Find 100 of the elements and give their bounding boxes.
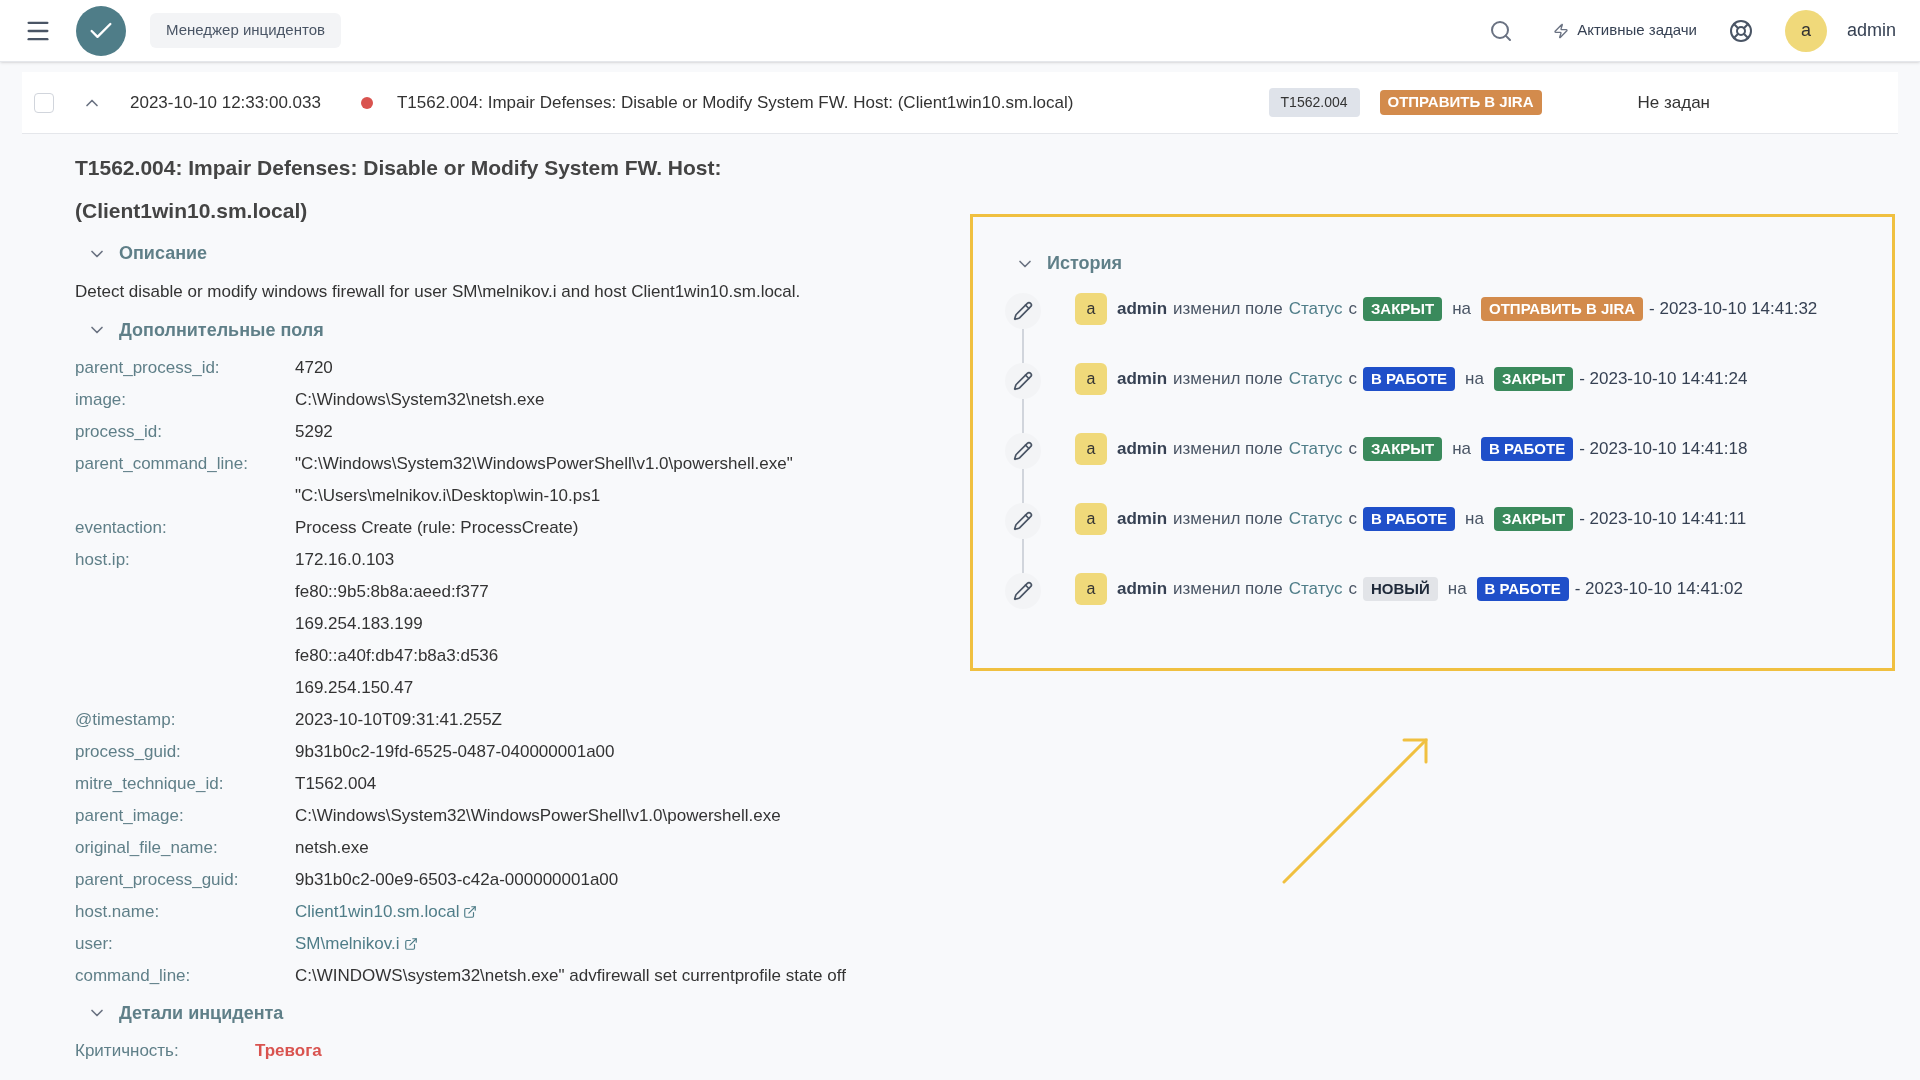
section-heading[interactable]: Детали инцидента: [119, 999, 284, 1027]
incident-time: 2023-10-10 12:33:00.033: [130, 91, 321, 114]
external-link-icon[interactable]: [463, 904, 478, 919]
history-avatar: a: [1075, 503, 1107, 535]
history-avatar: a: [1075, 573, 1107, 605]
section-heading[interactable]: История: [1047, 250, 1123, 277]
status-tag: ЗАКРЫТ: [1362, 296, 1443, 322]
pencil-icon: [1005, 573, 1041, 609]
history-word: на: [1465, 368, 1484, 391]
section-heading[interactable]: Дополнительные поля: [119, 316, 324, 344]
external-link-icon[interactable]: [403, 936, 418, 951]
history-user: admin: [1117, 578, 1168, 601]
field-value: 5292: [295, 420, 333, 443]
field-label: parent_process_guid:: [75, 868, 240, 891]
field-value: T1562.004: [295, 772, 377, 795]
pencil-icon: [1005, 433, 1041, 469]
field-label: host.name:: [75, 900, 161, 923]
history-avatar: a: [1075, 293, 1107, 325]
field-value: fe80::a40f:db47:b8a3:d536: [295, 644, 499, 667]
history-time: - 2023-10-10 14:41:02: [1574, 578, 1743, 601]
history-avatar: a: [1075, 363, 1107, 395]
history-field-link[interactable]: Статус: [1288, 506, 1343, 532]
history-field-link[interactable]: Статус: [1288, 576, 1343, 602]
checkmark-logo-icon[interactable]: [76, 5, 126, 56]
status-tag: ЗАКРЫТ: [1493, 506, 1574, 532]
field-value: 172.16.0.103: [295, 548, 395, 571]
field-label: eventaction:: [75, 516, 168, 539]
incident-title: T1562.004: Impair Defenses: Disable or Modify System FW. Host: (Client1win10.sm.local): [396, 91, 1074, 114]
history-user: admin: [1117, 298, 1168, 321]
field-label: parent_image:: [75, 804, 185, 827]
history-field-link[interactable]: Статус: [1288, 436, 1343, 462]
history-word: на: [1465, 508, 1484, 531]
lightning-icon: [1553, 22, 1570, 39]
search-icon[interactable]: [1489, 18, 1514, 43]
history-time: - 2023-10-10 14:41:32: [1649, 298, 1818, 321]
field-value: 169.254.150.47: [295, 676, 414, 699]
field-label: host.ip:: [75, 548, 131, 571]
field-label: process_guid:: [75, 740, 182, 763]
help-icon[interactable]: [1728, 18, 1753, 43]
history-word: на: [1452, 298, 1472, 321]
technique-tag: T1562.004: [1268, 88, 1360, 117]
field-label: command_line:: [75, 964, 192, 987]
field-value: "C:\Users\melnikov.i\Desktop\win-10.ps1: [295, 484, 601, 507]
history-word: с: [1348, 438, 1357, 461]
status-tag: В РАБОТЕ: [1476, 576, 1569, 602]
field-value: 9b31b0c2-19fd-6525-0487-040000001a00: [295, 740, 615, 763]
field-label: original_file_name:: [75, 836, 219, 859]
status-tag: ОТПРАВИТЬ В JIRA: [1481, 296, 1644, 322]
assignee: Не задан: [1637, 91, 1710, 114]
field-label: @timestamp:: [75, 708, 177, 731]
field-value: netsh.exe: [295, 836, 369, 859]
row-checkbox[interactable]: [34, 92, 54, 113]
field-link[interactable]: SM\melnikov.i: [295, 927, 400, 960]
section-heading[interactable]: Описание: [119, 240, 208, 267]
field-value: fe80::9b5:8b8a:aeed:f377: [295, 580, 489, 603]
status-tag: В РАБОТЕ: [1481, 436, 1574, 462]
field-value: Process Create (rule: ProcessCreate): [295, 516, 579, 539]
history-time: - 2023-10-10 14:41:24: [1579, 368, 1748, 391]
history-field-link[interactable]: Статус: [1288, 296, 1343, 322]
history-action: изменил поле: [1173, 578, 1283, 601]
user-avatar[interactable]: a: [1784, 9, 1827, 52]
field-value: 169.254.183.199: [295, 612, 423, 635]
status-tag: НОВЫЙ: [1362, 576, 1438, 602]
field-value: 2023-10-10T09:31:41.255Z: [295, 708, 502, 731]
user-name[interactable]: admin: [1846, 17, 1896, 44]
history-action: изменил поле: [1173, 298, 1283, 321]
field-label: user:: [75, 932, 114, 955]
field-value: C:\Windows\System32\netsh.exe: [295, 388, 545, 411]
history-user: admin: [1117, 368, 1168, 391]
history-action: изменил поле: [1173, 508, 1283, 531]
description-text: Detect disable or modify windows firewall for user SM\melnikov.i and host Client1win10.sm.local.: [75, 281, 802, 303]
field-label: image:: [75, 388, 128, 411]
history-word: с: [1348, 508, 1357, 531]
field-label: process_id:: [75, 420, 163, 443]
history-user: admin: [1117, 508, 1168, 531]
incident-row[interactable]: 2023-10-10 12:33:00.033 T1562.004: Impair Defenses: Disable or Modify System FW. Host: (Client1win10.sm.local) T1562.004 ОТПРАВИТЬ В JIRA Не задан: [22, 72, 1898, 134]
status-tag: ЗАКРЫТ: [1493, 366, 1574, 392]
history-action: изменил поле: [1173, 438, 1283, 461]
history-word: с: [1348, 368, 1357, 391]
field-label: Критичность:: [75, 1039, 180, 1062]
field-link[interactable]: Client1win10.sm.local: [295, 895, 460, 928]
pencil-icon: [1005, 293, 1041, 329]
history-field-link[interactable]: Статус: [1288, 366, 1343, 392]
field-label: mitre_technique_id:: [75, 772, 225, 795]
history-word: на: [1452, 438, 1472, 461]
history-time: - 2023-10-10 14:41:11: [1579, 508, 1747, 531]
field-value: Тревога: [255, 1039, 323, 1062]
status-tag: ЗАКРЫТ: [1362, 436, 1443, 462]
field-value: 4720: [295, 356, 333, 379]
history-user: admin: [1117, 438, 1168, 461]
field-label: parent_process_id:: [75, 356, 221, 379]
active-tasks-link[interactable]: Активные задачи: [1577, 19, 1697, 42]
history-time: - 2023-10-10 14:41:18: [1579, 438, 1748, 461]
app-name[interactable]: Менеджер инцидентов: [150, 13, 341, 48]
field-value: C:\WINDOWS\system32\netsh.exe" advfirewall set currentprofile state off: [295, 964, 846, 987]
history-action: изменил поле: [1173, 368, 1283, 391]
pencil-icon: [1005, 503, 1041, 539]
status-tag: В РАБОТЕ: [1362, 506, 1456, 532]
status-tag: В РАБОТЕ: [1362, 366, 1456, 392]
detail-title: T1562.004: Impair Defenses: Disable or Modify System FW. Host: (Client1win10.sm.local): [75, 155, 723, 224]
